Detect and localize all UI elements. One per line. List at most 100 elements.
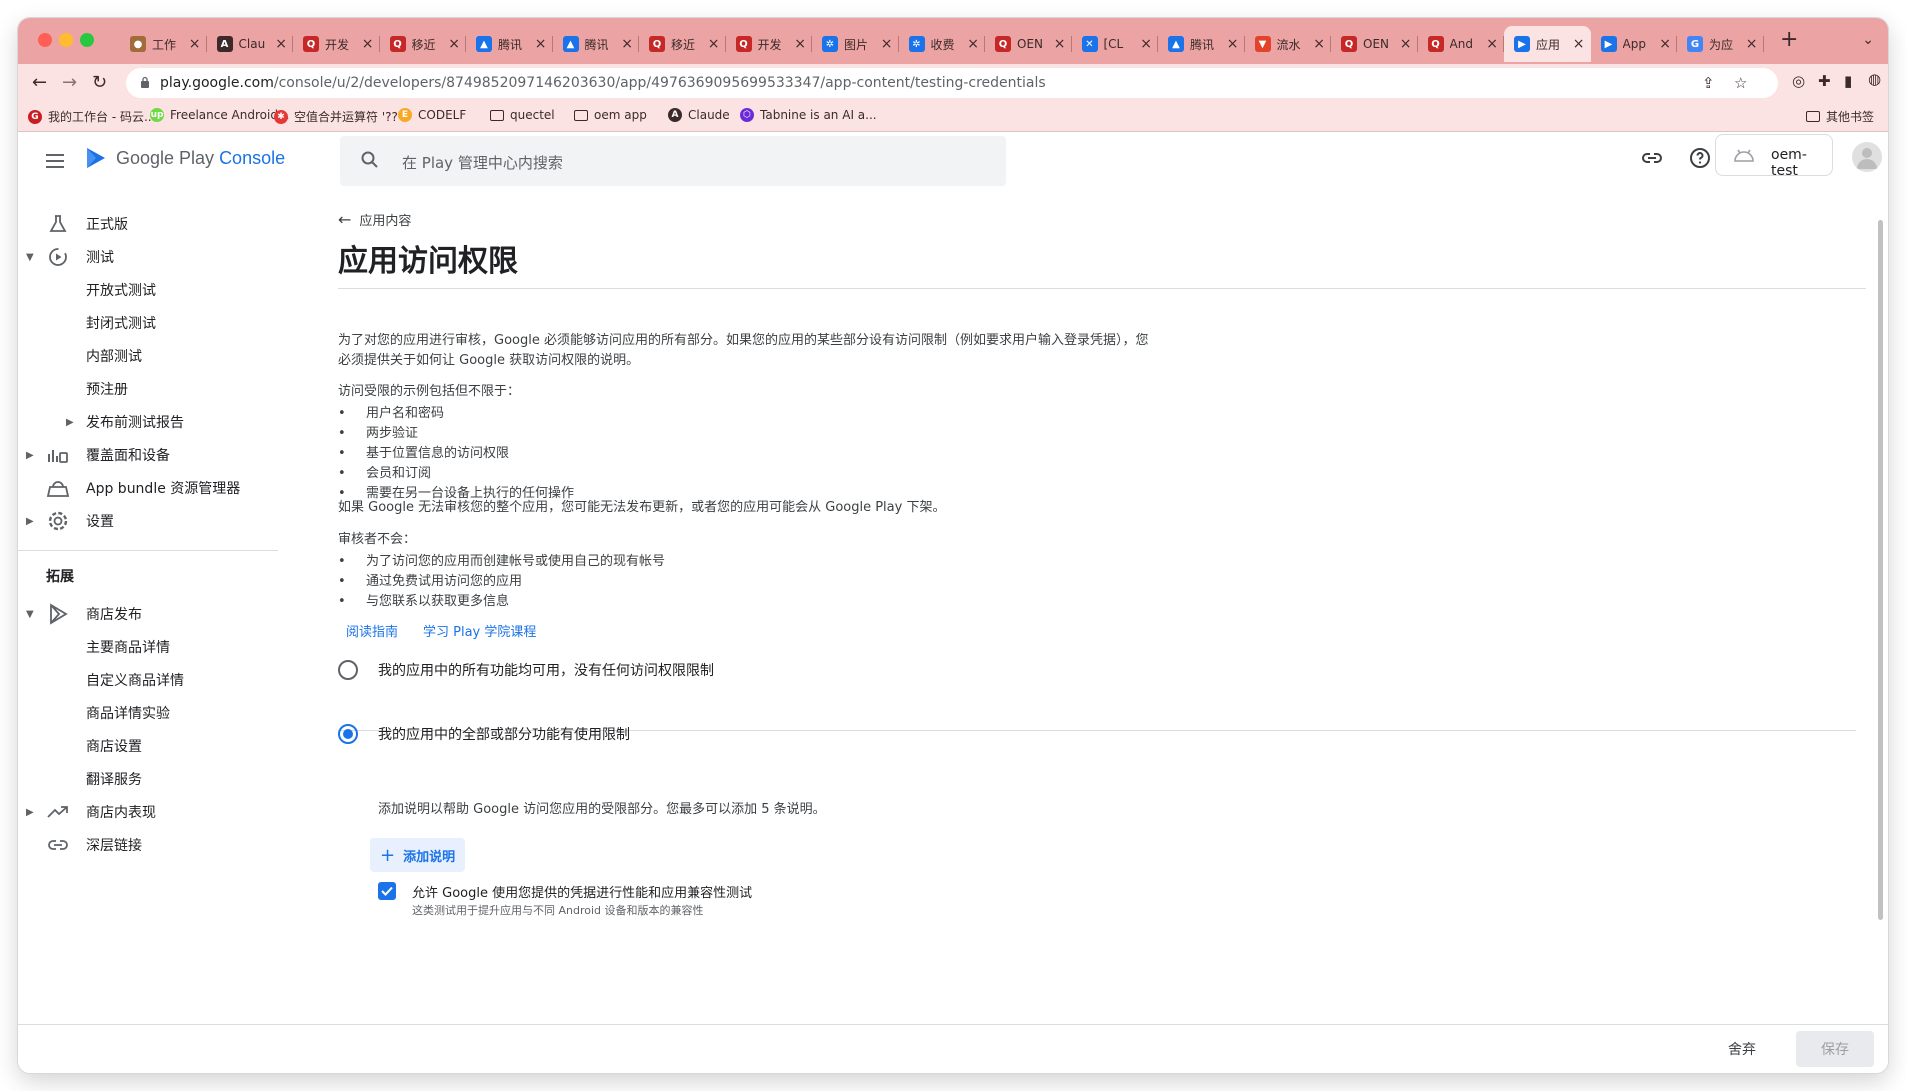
close-tab-icon[interactable]: × bbox=[1140, 36, 1152, 52]
expand-less-icon[interactable]: ▼ bbox=[26, 252, 34, 263]
close-tab-icon[interactable]: × bbox=[621, 36, 633, 52]
minimize-window-button[interactable] bbox=[59, 33, 73, 47]
close-tab-icon[interactable]: × bbox=[1486, 36, 1498, 52]
help-icon[interactable] bbox=[1688, 146, 1712, 170]
expand-more-icon[interactable]: ▶ bbox=[26, 450, 34, 461]
close-tab-icon[interactable]: × bbox=[1054, 36, 1066, 52]
close-tab-icon[interactable]: × bbox=[1573, 36, 1585, 52]
radio-restricted[interactable] bbox=[338, 724, 358, 744]
bookmark-item[interactable]: G 我的工作台 - 码云... bbox=[28, 108, 155, 125]
close-tab-icon[interactable]: × bbox=[448, 36, 460, 52]
search-input[interactable]: 在 Play 管理中心内搜索 bbox=[340, 136, 1006, 186]
close-window-button[interactable] bbox=[38, 33, 52, 47]
allow-testing-label: 允许 Google 使用您提供的凭据进行性能和应用兼容性测试 bbox=[412, 886, 753, 901]
share-icon[interactable]: ⇪ bbox=[1702, 74, 1715, 92]
new-tab-button[interactable]: + bbox=[1780, 27, 1798, 52]
account-switcher[interactable]: oem-test bbox=[1715, 134, 1833, 179]
bookmark-item[interactable]: up Freelance Android... bbox=[150, 108, 289, 122]
play-logo-icon bbox=[87, 148, 105, 168]
browser-tab[interactable]: A Clau × bbox=[207, 26, 294, 62]
browser-tab[interactable]: ▼ 流水 × bbox=[1245, 26, 1332, 62]
bookmark-item[interactable]: E CODELF bbox=[398, 108, 466, 122]
browser-tab[interactable]: Q And × bbox=[1418, 26, 1505, 62]
browser-tab[interactable]: ● 工作 × bbox=[120, 26, 207, 62]
scrollbar[interactable] bbox=[1876, 132, 1884, 1012]
close-tab-icon[interactable]: × bbox=[1227, 36, 1239, 52]
browser-tab[interactable]: ▲ 腾讯 × bbox=[1158, 26, 1245, 62]
maximize-window-button[interactable] bbox=[80, 33, 94, 47]
google-play-console-logo[interactable]: Google Play Console bbox=[84, 146, 285, 170]
browser-tab[interactable]: Q OEN × bbox=[1331, 26, 1418, 62]
other-bookmarks[interactable]: 其他书签 bbox=[1806, 108, 1874, 125]
close-tab-icon[interactable]: × bbox=[1659, 36, 1671, 52]
browser-tab[interactable]: Q OEN × bbox=[985, 26, 1072, 62]
close-tab-icon[interactable]: × bbox=[1400, 36, 1412, 52]
browser-tab[interactable]: ▲ 腾讯 × bbox=[466, 26, 553, 62]
back-button[interactable]: ← bbox=[32, 72, 47, 94]
close-tab-icon[interactable]: × bbox=[708, 36, 720, 52]
browser-tab[interactable]: ▶ App × bbox=[1591, 26, 1678, 62]
tabnine-icon: ⬡ bbox=[740, 108, 754, 122]
option-restricted[interactable]: 我的应用中的全部或部分功能有使用限制 bbox=[338, 724, 630, 744]
address-bar[interactable]: play.google.com/console/u/2/developers/8… bbox=[126, 68, 1778, 98]
close-tab-icon[interactable]: × bbox=[794, 36, 806, 52]
allow-testing-checkbox[interactable] bbox=[378, 882, 396, 900]
bookmark-item[interactable]: ⬡ Tabnine is an AI a... bbox=[740, 108, 877, 122]
expand-less-icon[interactable]: ▼ bbox=[26, 609, 34, 620]
browser-tab[interactable]: ✕ [CL × bbox=[1072, 26, 1159, 62]
link-icon[interactable] bbox=[1640, 146, 1664, 170]
profile-icon[interactable]: ◍ bbox=[1868, 70, 1881, 88]
discard-button[interactable]: 舍弃 bbox=[1728, 1039, 1756, 1059]
expand-more-icon[interactable]: ▶ bbox=[66, 417, 74, 428]
expand-more-icon[interactable]: ▶ bbox=[26, 807, 34, 818]
read-guide-link[interactable]: 阅读指南 bbox=[346, 621, 398, 640]
close-tab-icon[interactable]: × bbox=[881, 36, 893, 52]
close-tab-icon[interactable]: × bbox=[362, 36, 374, 52]
close-tab-icon[interactable]: × bbox=[1746, 36, 1758, 52]
reviewers-heading: 审核者不会： bbox=[338, 532, 417, 547]
sidebar-item[interactable]: 深层链接 bbox=[18, 825, 278, 865]
option-all-accessible[interactable]: 我的应用中的所有功能均可用，没有任何访问权限限制 bbox=[338, 660, 714, 680]
puzzle-icon[interactable]: ✚ bbox=[1818, 72, 1831, 90]
gear-icon: ✲ bbox=[822, 36, 838, 52]
bookmark-item[interactable]: A Claude bbox=[668, 108, 730, 122]
forward-button[interactable]: → bbox=[62, 72, 77, 94]
close-tab-icon[interactable]: × bbox=[1313, 36, 1325, 52]
save-button[interactable]: 保存 bbox=[1796, 1031, 1874, 1067]
radio-all-accessible[interactable] bbox=[338, 660, 358, 680]
bookmark-item[interactable]: ✱ 空值合并运算符 '??' bbox=[274, 108, 401, 125]
scrollbar-thumb[interactable] bbox=[1878, 220, 1883, 920]
bookmark-item[interactable]: quectel bbox=[490, 108, 555, 122]
extension-icon[interactable]: ◎ bbox=[1792, 72, 1805, 90]
browser-tab[interactable]: ▲ 腾讯 × bbox=[553, 26, 640, 62]
bookmark-star-icon[interactable]: ☆ bbox=[1734, 74, 1747, 92]
expand-more-icon[interactable]: ▶ bbox=[26, 516, 34, 527]
browser-tab[interactable]: Q 开发 × bbox=[726, 26, 813, 62]
browser-tab[interactable]: Q 开发 × bbox=[293, 26, 380, 62]
sidebar-item-label: 开放式测试 bbox=[86, 283, 156, 299]
browser-tab[interactable]: G 为应 × bbox=[1677, 26, 1764, 62]
devices-icon bbox=[46, 443, 70, 467]
tab-search-chevron-icon[interactable]: ⌄ bbox=[1862, 32, 1874, 48]
sidebar-item[interactable]: ▶ 设置 bbox=[18, 501, 278, 541]
sidepanel-icon[interactable]: ▮ bbox=[1844, 72, 1852, 90]
browser-tab[interactable]: ▶ 应用 × bbox=[1504, 26, 1591, 62]
folder-icon bbox=[574, 109, 588, 121]
tab-title: 开发 bbox=[325, 37, 350, 52]
menu-icon[interactable] bbox=[46, 154, 64, 168]
close-tab-icon[interactable]: × bbox=[535, 36, 547, 52]
sidebar-item-label: 封闭式测试 bbox=[86, 316, 156, 332]
bookmark-item[interactable]: oem app bbox=[574, 108, 647, 122]
browser-tab[interactable]: Q 移近 × bbox=[639, 26, 726, 62]
browser-tab[interactable]: Q 移近 × bbox=[380, 26, 467, 62]
q-icon: Q bbox=[389, 36, 406, 52]
breadcrumb-back-link[interactable]: ← 应用内容 bbox=[338, 210, 411, 229]
close-tab-icon[interactable]: × bbox=[275, 36, 287, 52]
reload-button[interactable]: ↻ bbox=[92, 72, 107, 94]
academy-course-link[interactable]: 学习 Play 学院课程 bbox=[423, 621, 536, 640]
browser-tab[interactable]: ✲ 图片 × bbox=[812, 26, 899, 62]
browser-tab[interactable]: ✲ 收费 × bbox=[899, 26, 986, 62]
close-tab-icon[interactable]: × bbox=[189, 36, 201, 52]
close-tab-icon[interactable]: × bbox=[967, 36, 979, 52]
add-instructions-button[interactable]: + 添加说明 bbox=[370, 838, 466, 872]
